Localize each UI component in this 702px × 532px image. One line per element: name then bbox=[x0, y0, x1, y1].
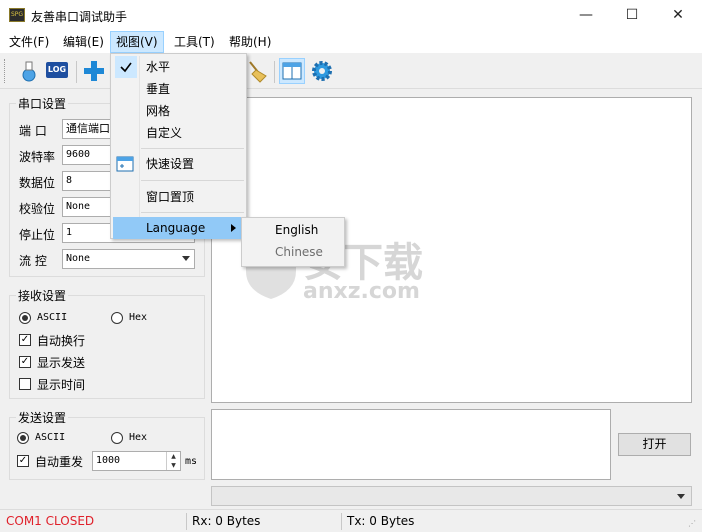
submenu-arrow-icon bbox=[231, 224, 236, 232]
menu-file[interactable]: 文件(F) bbox=[4, 31, 54, 53]
serial-settings-title: 串口设置 bbox=[16, 95, 69, 112]
add-icon[interactable] bbox=[81, 58, 107, 84]
interval-unit: ms bbox=[185, 456, 198, 467]
show-time-label: 显示时间 bbox=[37, 378, 86, 392]
clear-broom-icon[interactable] bbox=[244, 58, 270, 84]
checkmark-icon bbox=[115, 56, 137, 78]
menu-view[interactable]: 视图(V) bbox=[110, 31, 164, 53]
show-send-checkbox[interactable]: ✓ bbox=[19, 356, 31, 368]
auto-resend-label: 自动重发 bbox=[35, 455, 84, 469]
status-bar: COM1 CLOSED Rx: 0 Bytes Tx: 0 Bytes ⋰ bbox=[0, 509, 702, 532]
toolbar-separator bbox=[274, 61, 275, 83]
menu-help[interactable]: 帮助(H) bbox=[224, 31, 276, 53]
toolbar-grip bbox=[4, 59, 7, 83]
menu-item-always-on-top[interactable]: 窗口置顶 bbox=[113, 186, 244, 208]
menu-item-grid[interactable]: 网格 bbox=[113, 100, 244, 122]
receive-ascii-radio[interactable] bbox=[19, 312, 31, 324]
language-submenu: English Chinese bbox=[241, 217, 345, 267]
toolbar: LOG bbox=[0, 53, 702, 89]
receive-ascii-label: ASCII bbox=[37, 312, 68, 323]
port-status: COM1 CLOSED bbox=[6, 514, 95, 528]
baud-label: 波特率 bbox=[19, 150, 56, 164]
watermark-url: anxz.com bbox=[303, 279, 420, 304]
receive-settings-title: 接收设置 bbox=[16, 287, 69, 304]
close-button[interactable]: ✕ bbox=[655, 0, 701, 31]
stopbits-label: 停止位 bbox=[19, 228, 56, 242]
auto-resend-checkbox[interactable]: ✓ bbox=[17, 455, 29, 467]
log-icon[interactable]: LOG bbox=[44, 58, 70, 84]
open-button[interactable]: 打开 bbox=[618, 433, 691, 456]
send-history-select[interactable] bbox=[211, 486, 692, 506]
layout-window-icon[interactable] bbox=[279, 58, 305, 84]
show-time-checkbox[interactable] bbox=[19, 378, 31, 390]
receive-hex-radio[interactable] bbox=[111, 312, 123, 324]
send-hex-label: Hex bbox=[129, 432, 148, 443]
chevron-down-icon bbox=[677, 494, 685, 499]
port-label: 端 口 bbox=[19, 124, 47, 138]
open-port-icon[interactable] bbox=[16, 58, 42, 84]
toolbar-separator bbox=[76, 61, 77, 83]
show-send-label: 显示发送 bbox=[37, 356, 86, 370]
settings-gear-icon[interactable] bbox=[309, 58, 335, 84]
status-separator bbox=[341, 513, 342, 530]
language-english[interactable]: English bbox=[275, 223, 318, 237]
status-separator bbox=[186, 513, 187, 530]
menu-item-custom[interactable]: 自定义 bbox=[113, 122, 244, 144]
spin-arrows-icon[interactable]: ▲ ▼ bbox=[166, 452, 180, 470]
menu-item-quick-settings[interactable]: 快速设置 bbox=[113, 153, 244, 175]
resize-grip-icon[interactable]: ⋰ bbox=[688, 519, 696, 528]
tx-count: Tx: 0 Bytes bbox=[347, 514, 415, 528]
window-title: 友善串口调试助手 bbox=[31, 10, 128, 24]
menu-separator bbox=[141, 148, 244, 149]
send-ascii-radio[interactable] bbox=[17, 432, 29, 444]
resend-interval-spinbox[interactable]: 1000 ▲ ▼ bbox=[92, 451, 181, 471]
flowcontrol-select[interactable]: None bbox=[62, 249, 195, 269]
auto-wrap-checkbox[interactable]: ✓ bbox=[19, 334, 31, 346]
send-settings-title: 发送设置 bbox=[16, 409, 69, 426]
maximize-button[interactable]: ☐ bbox=[609, 0, 655, 31]
menu-separator bbox=[141, 212, 244, 213]
title-bar: SPG 友善串口调试助手 — ☐ ✕ bbox=[0, 0, 702, 31]
app-icon: SPG bbox=[9, 8, 25, 22]
view-menu-dropdown: 水平 垂直 网格 自定义 快速设置 窗口置顶 Language bbox=[110, 53, 247, 239]
flowcontrol-label: 流 控 bbox=[19, 254, 47, 268]
send-ascii-label: ASCII bbox=[35, 432, 66, 443]
send-text-area[interactable] bbox=[211, 409, 611, 480]
menu-item-vertical[interactable]: 垂直 bbox=[113, 78, 244, 100]
parity-label: 校验位 bbox=[19, 202, 56, 216]
send-hex-radio[interactable] bbox=[111, 432, 123, 444]
minimize-button[interactable]: — bbox=[563, 0, 609, 31]
language-chinese[interactable]: Chinese bbox=[275, 245, 323, 259]
menu-item-language[interactable]: Language bbox=[113, 217, 244, 239]
menu-bar: 文件(F) 编辑(E) 视图(V) 工具(T) 帮助(H) bbox=[0, 31, 702, 53]
menu-edit[interactable]: 编辑(E) bbox=[58, 31, 109, 53]
menu-tools[interactable]: 工具(T) bbox=[169, 31, 220, 53]
databits-label: 数据位 bbox=[19, 176, 56, 190]
rx-count: Rx: 0 Bytes bbox=[192, 514, 261, 528]
quick-settings-icon bbox=[116, 155, 134, 173]
auto-wrap-label: 自动换行 bbox=[37, 334, 86, 348]
menu-separator bbox=[141, 180, 244, 181]
menu-item-horizontal[interactable]: 水平 bbox=[113, 56, 244, 78]
receive-hex-label: Hex bbox=[129, 312, 148, 323]
